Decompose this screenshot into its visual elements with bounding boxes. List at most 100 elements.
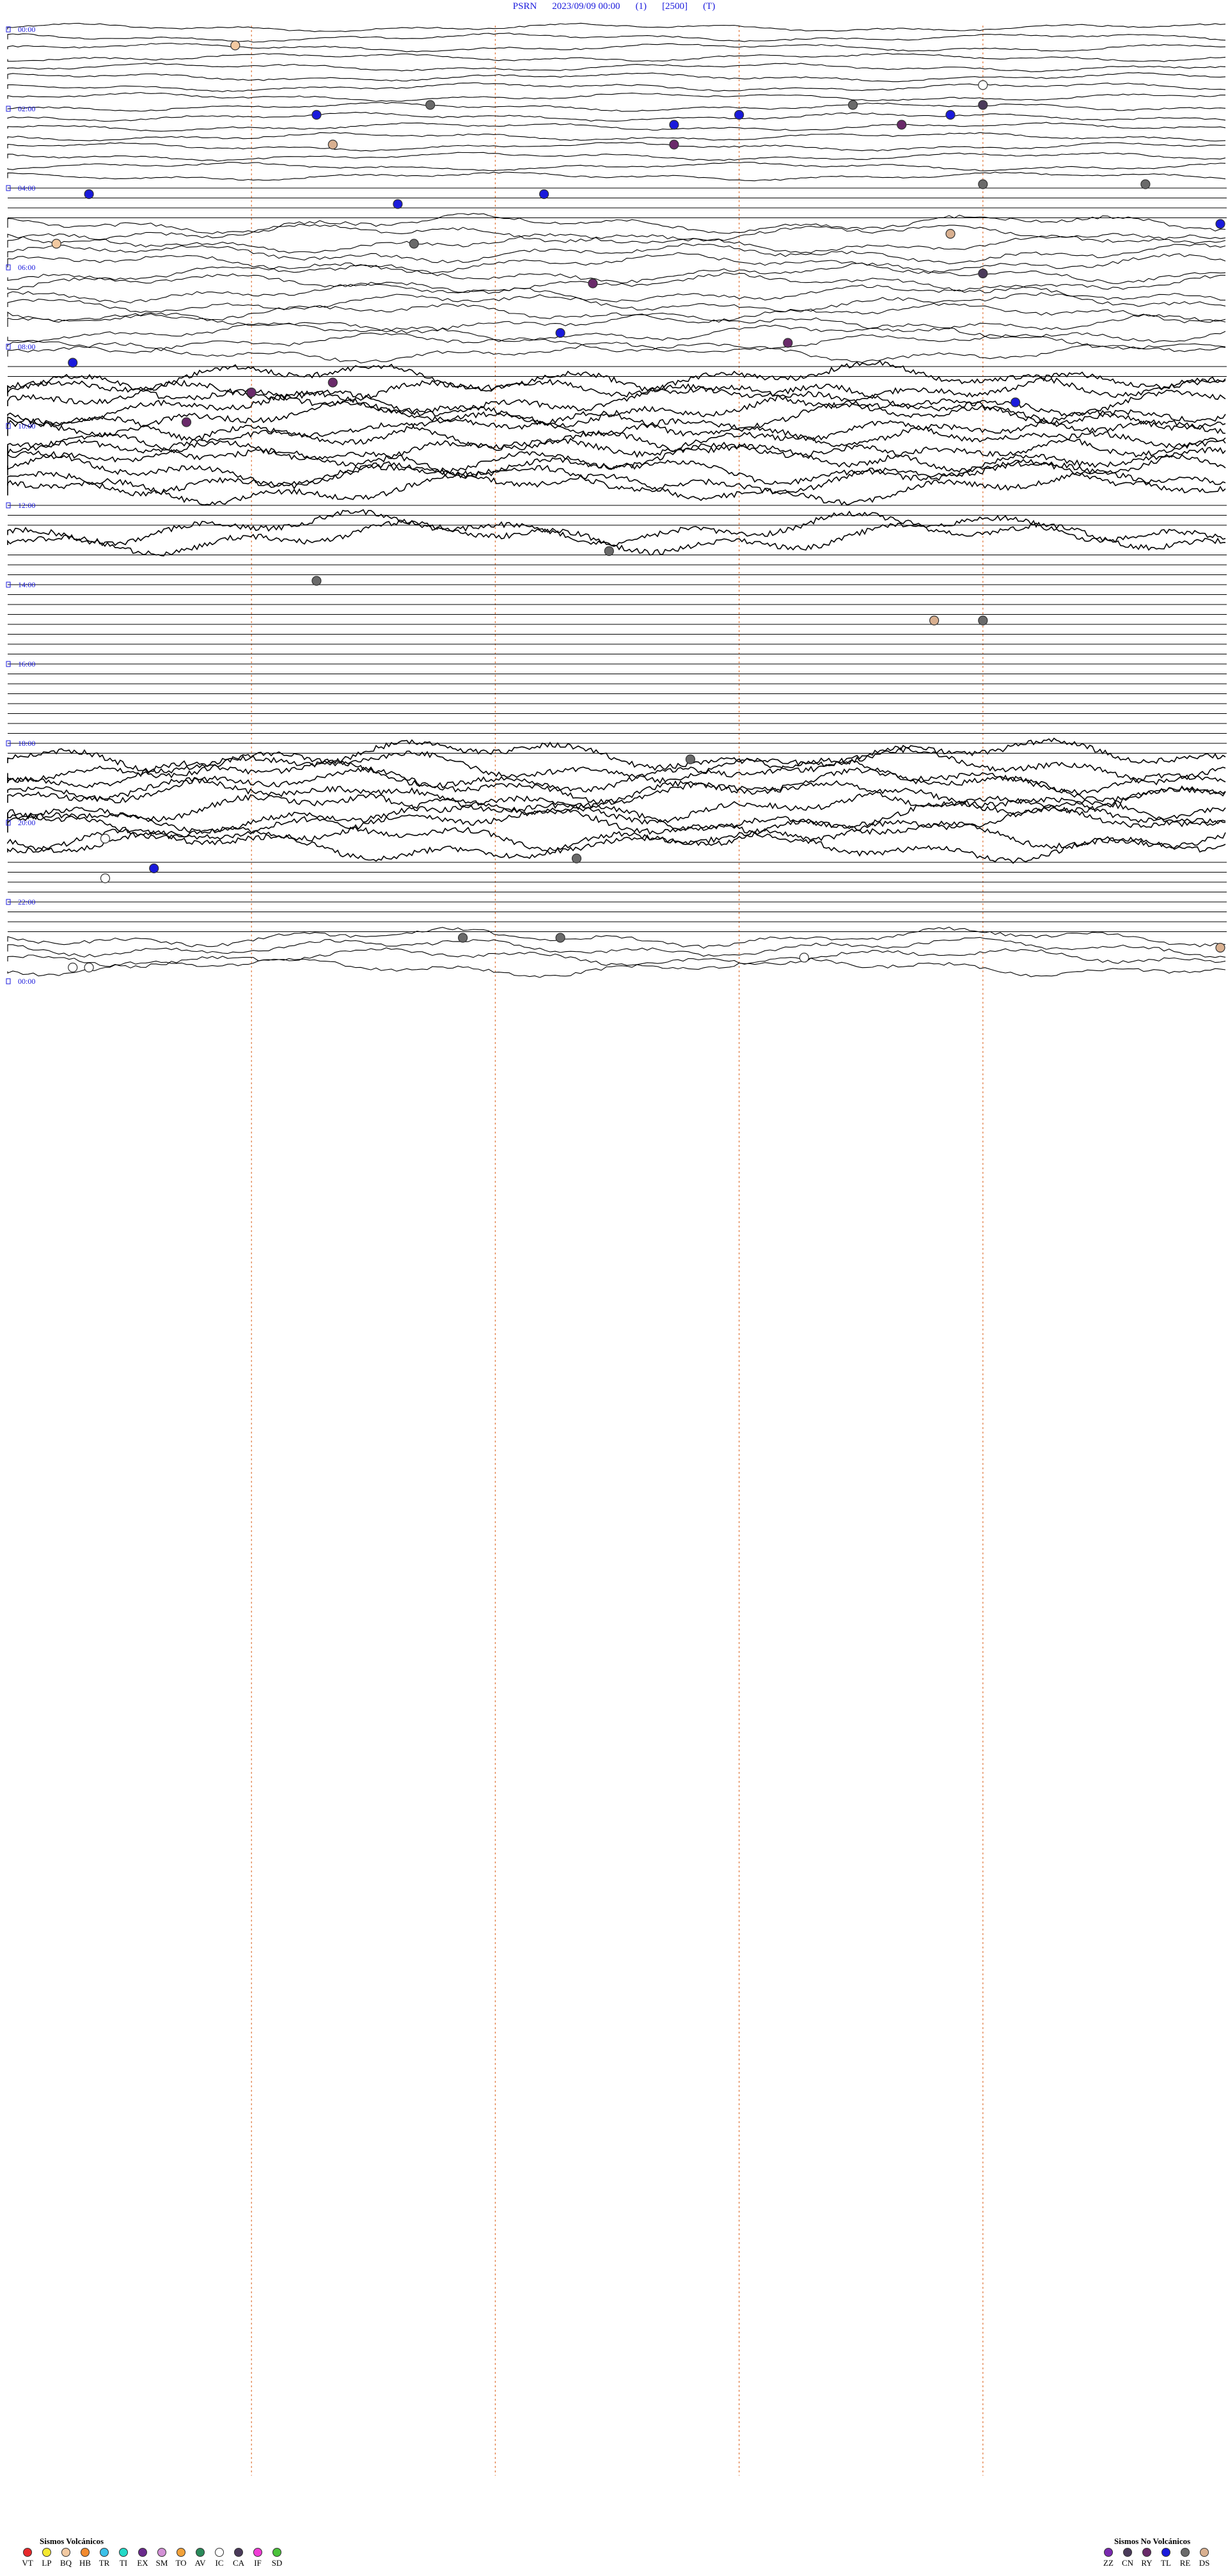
event-marker[interactable] — [327, 377, 338, 388]
seismic-trace — [7, 816, 1226, 854]
legend-code: TL — [1161, 2558, 1171, 2568]
minute-markers — [251, 26, 984, 2476]
event-marker[interactable] — [100, 873, 111, 883]
nonvolcanic-legend: ZZ CN RY TL RE DS — [1099, 2548, 1214, 2568]
legend-item: CN — [1118, 2548, 1137, 2568]
seismic-trace — [7, 420, 1226, 458]
legend-swatch — [119, 2548, 128, 2557]
legend-code: TO — [175, 2558, 187, 2568]
event-marker[interactable] — [181, 417, 192, 427]
event-marker[interactable] — [311, 109, 322, 120]
legend-code: CN — [1121, 2558, 1134, 2568]
event-marker[interactable] — [783, 338, 793, 348]
event-marker[interactable] — [409, 239, 419, 249]
event-marker[interactable] — [978, 268, 988, 279]
event-marker[interactable] — [978, 80, 988, 90]
event-marker[interactable] — [555, 933, 565, 943]
seismic-trace — [7, 430, 1226, 468]
legend-swatch — [196, 2548, 205, 2557]
event-marker[interactable] — [669, 139, 679, 150]
legend-item: RE — [1176, 2548, 1195, 2568]
seismic-trace — [7, 957, 1226, 978]
hour-label: 16:00 — [18, 660, 35, 668]
event-marker[interactable] — [100, 834, 111, 844]
legend-item: SD — [267, 2548, 287, 2568]
seismic-trace — [7, 223, 1226, 245]
event-marker[interactable] — [68, 962, 78, 973]
hour-label: 00:00 — [18, 977, 35, 986]
hour-label: 04:00 — [18, 184, 35, 193]
seismic-trace — [7, 161, 1226, 171]
event-marker[interactable] — [1140, 179, 1151, 189]
legend-swatch — [1142, 2548, 1151, 2557]
nonvolcanic-legend-title: Sismos No Volcánicos — [1114, 2536, 1191, 2546]
event-marker[interactable] — [1215, 942, 1225, 953]
seismic-trace — [7, 102, 1226, 112]
seismic-trace — [7, 342, 1226, 363]
event-marker[interactable] — [604, 546, 614, 557]
legend-item: IC — [210, 2548, 229, 2568]
legend-code: IF — [254, 2558, 262, 2568]
legend-swatch — [253, 2548, 262, 2557]
legend-item: BQ — [56, 2548, 75, 2568]
event-marker[interactable] — [571, 853, 582, 864]
event-marker[interactable] — [311, 576, 322, 586]
seismic-trace — [7, 91, 1225, 102]
legend-item: EX — [133, 2548, 152, 2568]
event-marker[interactable] — [847, 100, 858, 110]
legend-code: TI — [119, 2558, 128, 2568]
legend-swatch — [61, 2548, 70, 2557]
legend-swatch — [215, 2548, 224, 2557]
event-marker[interactable] — [68, 358, 78, 368]
event-marker[interactable] — [669, 120, 679, 130]
event-marker[interactable] — [1215, 219, 1225, 229]
event-marker[interactable] — [945, 228, 956, 239]
seismic-trace — [7, 171, 1226, 182]
event-marker[interactable] — [978, 100, 988, 110]
seismic-trace — [7, 292, 1226, 313]
event-marker[interactable] — [457, 933, 468, 943]
seismic-trace — [7, 440, 1226, 477]
event-marker[interactable] — [978, 615, 988, 626]
seismic-trace — [7, 82, 1226, 92]
event-marker[interactable] — [539, 189, 549, 200]
event-marker[interactable] — [84, 962, 94, 973]
event-marker[interactable] — [425, 100, 436, 110]
legend-item: CA — [229, 2548, 248, 2568]
seismic-trace — [7, 233, 1226, 254]
seismic-trace — [7, 132, 1226, 142]
event-marker[interactable] — [978, 179, 988, 189]
legend-item: TO — [171, 2548, 191, 2568]
event-marker[interactable] — [685, 754, 696, 764]
event-marker[interactable] — [230, 40, 240, 51]
event-marker[interactable] — [799, 952, 809, 963]
legend-code: LP — [42, 2558, 52, 2568]
legend-swatch — [42, 2548, 51, 2557]
event-marker[interactable] — [588, 278, 598, 288]
event-marker[interactable] — [149, 863, 159, 874]
legend-swatch — [1181, 2548, 1190, 2557]
seismic-trace — [7, 370, 1226, 409]
legend-item: TR — [95, 2548, 114, 2568]
hour-label: 14:00 — [18, 580, 35, 589]
event-marker[interactable] — [51, 239, 61, 249]
event-marker[interactable] — [897, 120, 907, 130]
event-marker[interactable] — [327, 139, 338, 150]
legend-item: LP — [37, 2548, 56, 2568]
event-marker[interactable] — [393, 199, 403, 209]
seismic-trace — [7, 142, 1226, 152]
event-marker[interactable] — [734, 109, 744, 120]
seismic-trace — [7, 322, 1226, 343]
hour-label: 02:00 — [18, 104, 35, 113]
hour-label: 18:00 — [18, 739, 35, 748]
event-marker[interactable] — [246, 387, 256, 398]
event-marker[interactable] — [555, 328, 565, 338]
event-marker[interactable] — [84, 189, 94, 200]
legend-swatch — [100, 2548, 109, 2557]
legend-swatch — [234, 2548, 243, 2557]
event-marker[interactable] — [929, 615, 940, 626]
legend-item: DS — [1195, 2548, 1214, 2568]
event-marker[interactable] — [945, 109, 956, 120]
legend-swatch — [157, 2548, 166, 2557]
event-marker[interactable] — [1010, 397, 1021, 407]
